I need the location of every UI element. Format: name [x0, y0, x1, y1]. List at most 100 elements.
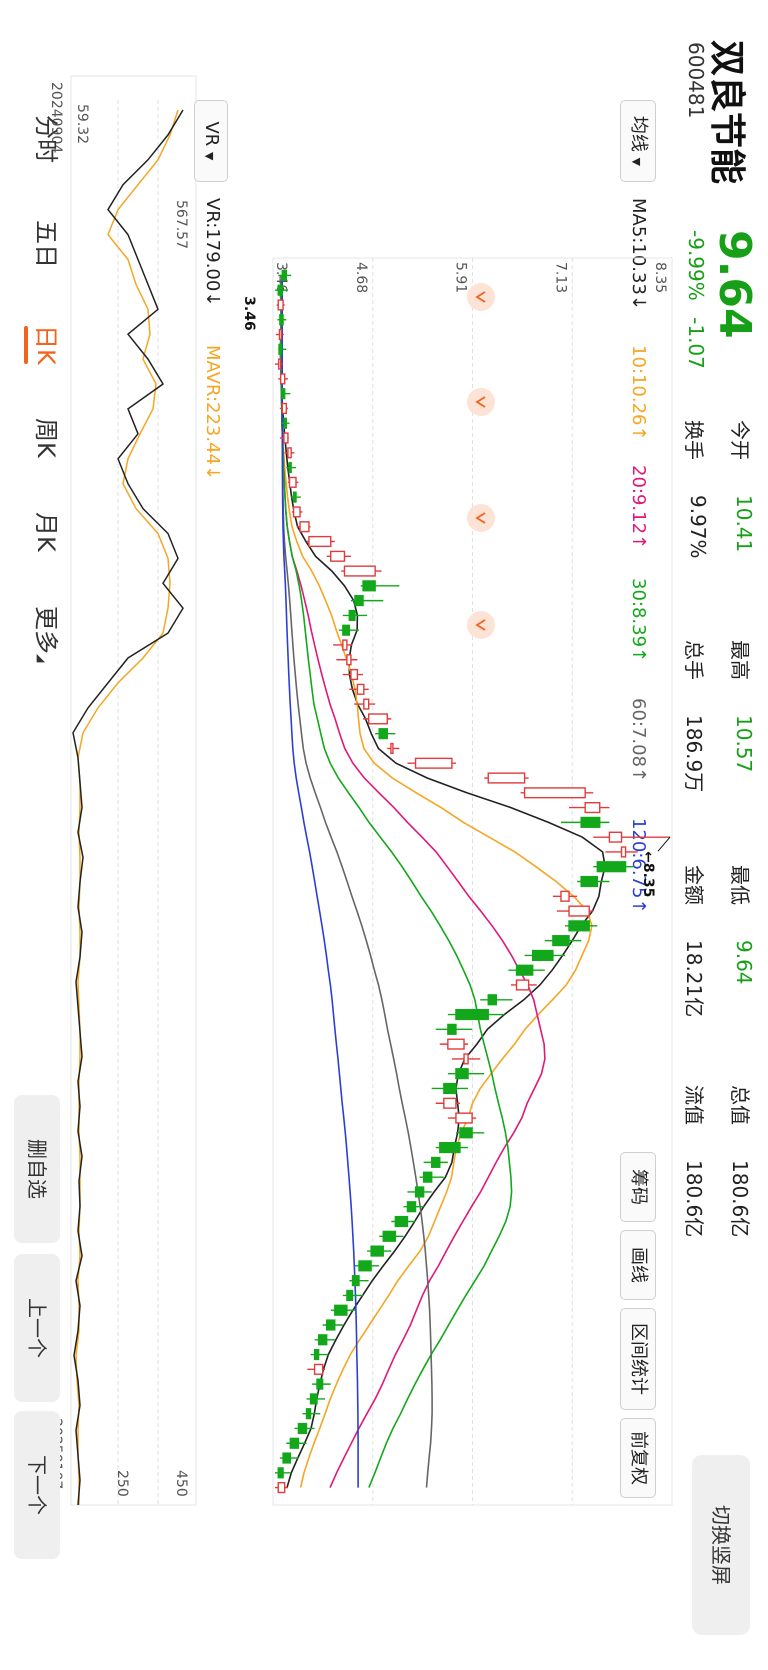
candlestick-chart[interactable]: 8.357.135.914.683.46 ←8.353.46 567.5759.… — [0, 0, 768, 1670]
candle-body — [580, 875, 599, 888]
landscape-stage: 双良节能 9.64 600481 -9.99% -1.07 今开 10.41 最… — [0, 0, 768, 1670]
remove-watchlist-button[interactable]: 删自选 — [14, 1095, 60, 1243]
candle-body — [305, 1408, 312, 1420]
tab-weekly-k[interactable]: 周K — [31, 418, 66, 458]
candle-body — [368, 713, 388, 725]
price-tick-label: 4.68 — [353, 262, 369, 293]
candle-body — [297, 1422, 308, 1435]
previous-stock-button[interactable]: 上一个 — [14, 1254, 60, 1402]
vr-indicator-panel: 567.5759.324502502024090420250107 — [48, 75, 197, 1506]
candle-body — [406, 1201, 417, 1213]
candle-body — [584, 802, 601, 814]
candle-body — [292, 491, 297, 503]
candle-body — [455, 1112, 473, 1124]
indicator-selector[interactable]: VR ▼ — [194, 100, 228, 182]
candle-body — [313, 1363, 324, 1375]
event-marker-icon — [467, 388, 495, 416]
candle-body — [279, 373, 286, 385]
candle-body — [277, 299, 284, 311]
candle-body — [515, 979, 530, 991]
candle-body — [281, 269, 288, 281]
candle-body — [358, 1260, 372, 1272]
active-tab-indicator — [24, 326, 28, 364]
vr-legend: VR:179.00↓ — [202, 198, 223, 307]
candle-body — [342, 624, 351, 636]
tab-five-day[interactable]: 五日 — [31, 220, 66, 268]
tab-daily-k[interactable]: 日K — [31, 325, 66, 365]
candle-body — [283, 417, 288, 429]
candle-body — [487, 772, 526, 784]
candle-body — [279, 314, 284, 326]
candle-body — [362, 580, 376, 592]
mavr-legend: MAVR:223.44↓ — [202, 345, 223, 481]
candle-body — [568, 920, 590, 932]
tab-monthly-k[interactable]: 月K — [31, 512, 66, 552]
moving-average-lines — [279, 275, 606, 1488]
event-markers — [467, 283, 495, 639]
candle-body — [281, 388, 286, 400]
candle-body — [390, 742, 394, 755]
candle-body — [313, 1348, 320, 1361]
candle-body — [356, 683, 365, 695]
candle-body — [523, 787, 586, 799]
vr-panel-frame — [70, 75, 197, 1506]
candle-body — [568, 905, 590, 917]
tab-intraday[interactable]: 分时 — [31, 115, 66, 163]
candle-body — [363, 698, 370, 710]
dropdown-arrow-icon: ▼ — [203, 152, 216, 161]
price-grid — [272, 257, 673, 1506]
candle-body — [343, 565, 376, 577]
event-marker-icon — [467, 504, 495, 532]
candle-body — [443, 1082, 457, 1095]
vr-axis-bottom-label: 59.32 — [74, 104, 90, 144]
candle-body — [287, 447, 292, 459]
candle-body — [515, 964, 534, 976]
candle-body — [317, 1334, 328, 1346]
high-price-label: ←8.35 — [640, 851, 656, 897]
candle-body — [439, 1142, 461, 1154]
candle-body — [283, 432, 289, 444]
candle-body — [596, 861, 627, 873]
candle-body — [487, 994, 498, 1006]
candle-body — [620, 846, 627, 858]
candle-body — [292, 506, 301, 518]
ma-line-10 — [279, 275, 593, 1488]
candle-body — [282, 1452, 292, 1464]
candle-body — [342, 639, 348, 651]
vr-axis-top-label: 567.57 — [173, 200, 189, 249]
candle-body — [531, 949, 554, 961]
tab-more[interactable]: 更多◢ — [31, 606, 66, 662]
mavr-line — [75, 109, 179, 1505]
candle-body — [443, 1097, 457, 1109]
candle-body — [414, 1186, 425, 1198]
candle-body — [431, 1156, 441, 1168]
candle-body — [394, 1215, 409, 1228]
vr-line — [72, 109, 184, 1506]
candle-body — [560, 890, 570, 902]
candle-body — [278, 343, 283, 355]
candle-body — [378, 728, 388, 740]
candle-body — [346, 654, 352, 666]
candle-body — [455, 1068, 469, 1080]
next-stock-button[interactable]: 下一个 — [14, 1411, 60, 1559]
candle-body — [299, 521, 310, 533]
price-tick-label: 5.91 — [453, 262, 469, 293]
candle-body — [459, 1127, 473, 1139]
candle-body — [289, 1437, 300, 1449]
candle-body — [308, 535, 332, 548]
indicator-selector-label: VR — [201, 121, 222, 147]
candle-body — [325, 1319, 336, 1331]
candle-body — [447, 1038, 465, 1050]
price-tick-label: 7.13 — [552, 262, 568, 293]
event-marker-icon — [467, 611, 495, 639]
candle-body — [382, 1230, 397, 1242]
candle-body — [277, 1467, 284, 1479]
ma-line-60 — [281, 275, 433, 1488]
candle-body — [281, 402, 288, 415]
candle-body — [552, 935, 570, 947]
vr-axis-right-top-label: 450 — [173, 1470, 189, 1497]
candle-body — [348, 609, 356, 621]
vr-axis-right-bottom-label: 250 — [114, 1470, 130, 1497]
candle-body — [447, 1023, 457, 1035]
candle-body — [316, 1378, 324, 1390]
